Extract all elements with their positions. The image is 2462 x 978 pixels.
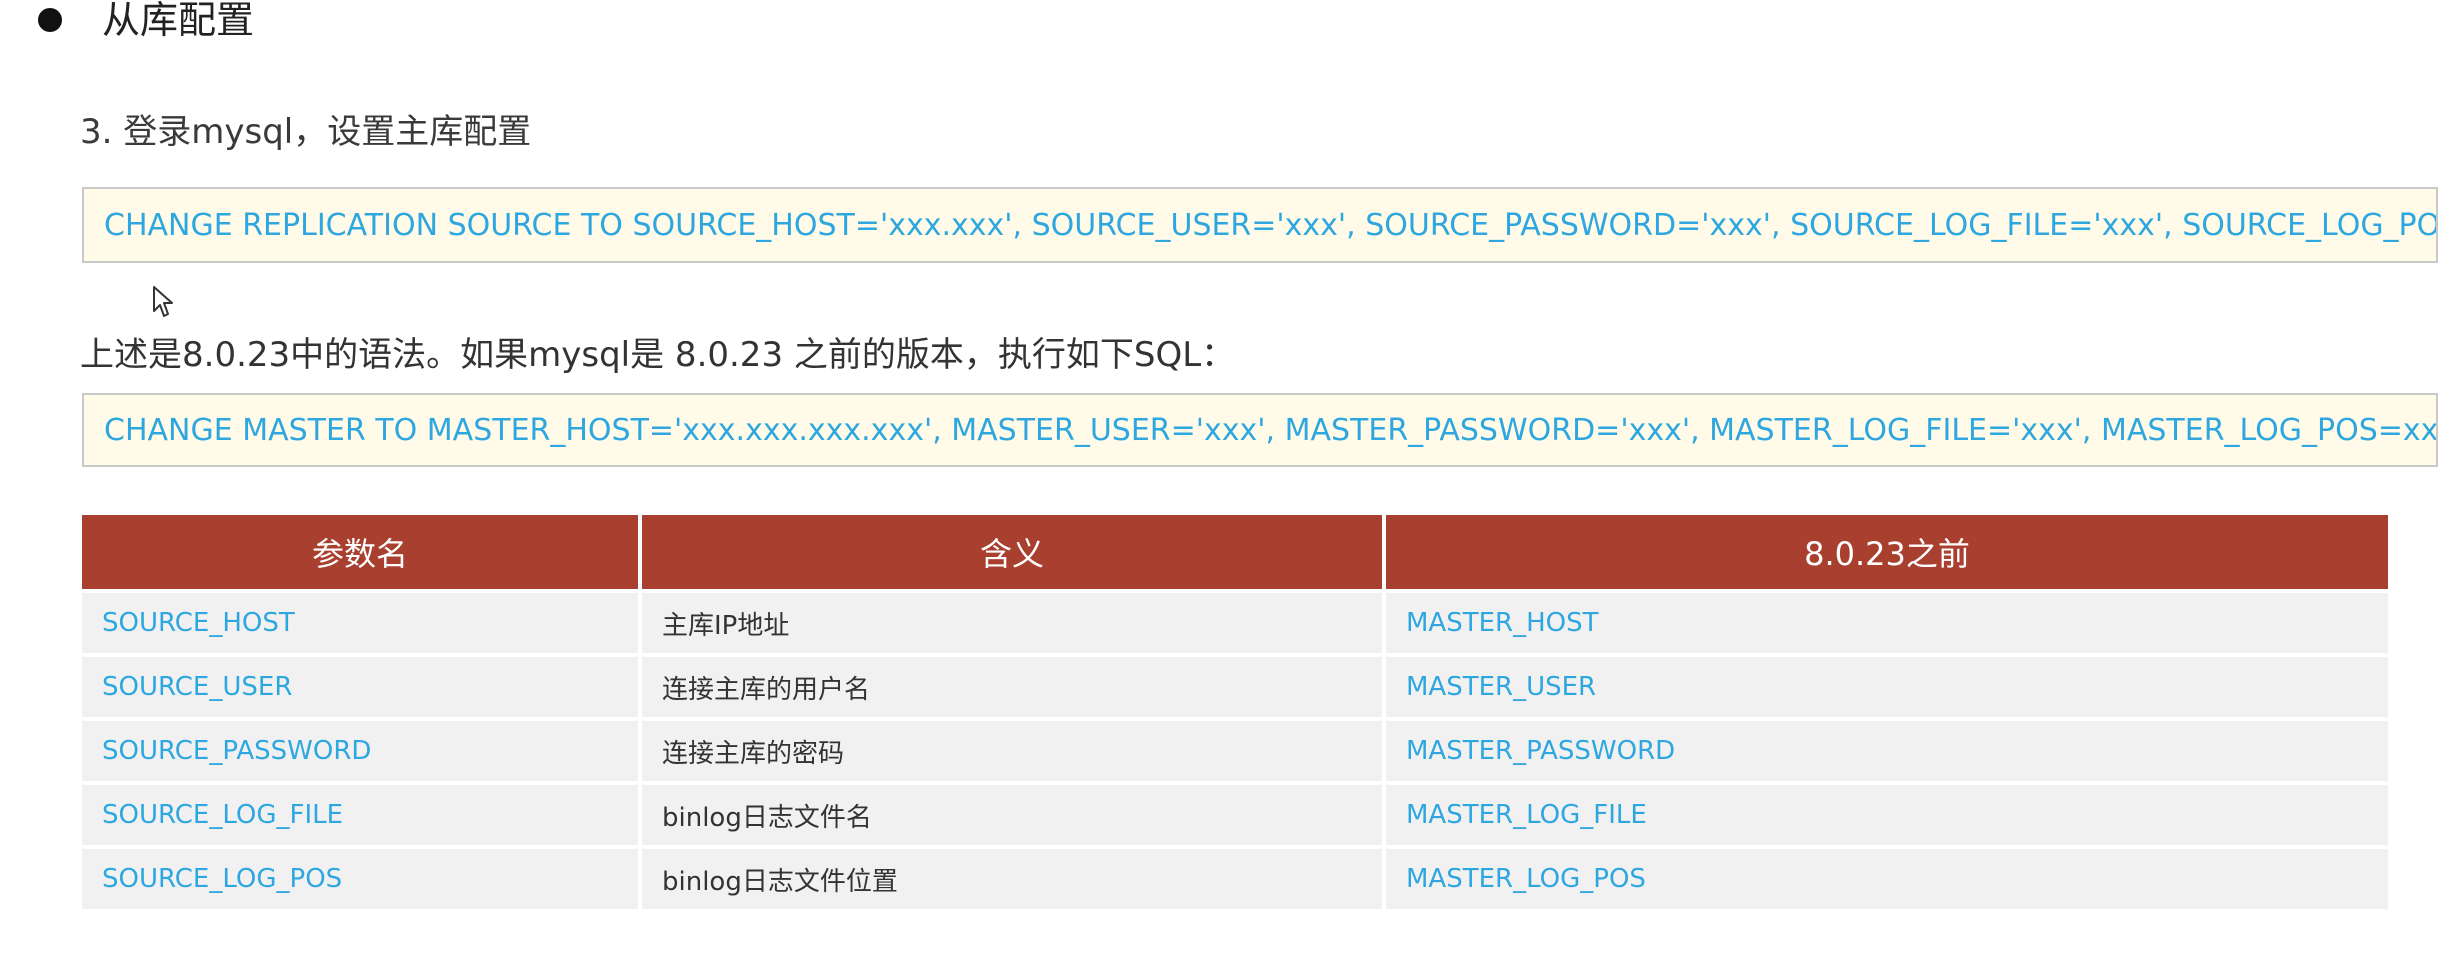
code-block-change-master: CHANGE MASTER TO MASTER_HOST='xxx.xxx.xx… (82, 393, 2438, 467)
table-row: SOURCE_HOST 主库IP地址 MASTER_HOST (82, 593, 2388, 653)
legacy-name-cell: MASTER_USER (1386, 657, 2388, 717)
meaning-cell: binlog日志文件位置 (642, 849, 1382, 909)
param-name-cell: SOURCE_HOST (82, 593, 638, 653)
column-header-param-name: 参数名 (82, 515, 638, 589)
column-header-meaning: 含义 (642, 515, 1382, 589)
param-name-cell: SOURCE_PASSWORD (82, 721, 638, 781)
mouse-pointer-icon (153, 286, 173, 317)
meaning-cell: 主库IP地址 (642, 593, 1382, 653)
code-text-change-master: CHANGE MASTER TO MASTER_HOST='xxx.xxx.xx… (104, 412, 2438, 448)
bullet-dot-icon (38, 8, 62, 32)
meaning-cell: binlog日志文件名 (642, 785, 1382, 845)
version-note: 上述是8.0.23中的语法。如果mysql是 8.0.23 之前的版本，执行如下… (80, 335, 1236, 375)
table-row: SOURCE_PASSWORD 连接主库的密码 MASTER_PASSWORD (82, 721, 2388, 781)
legacy-name-cell: MASTER_LOG_POS (1386, 849, 2388, 909)
column-header-before-8-0-23: 8.0.23之前 (1386, 515, 2388, 589)
code-block-replication-source: CHANGE REPLICATION SOURCE TO SOURCE_HOST… (82, 187, 2438, 263)
section-heading: 从库配置 (38, 0, 254, 40)
table-row: SOURCE_LOG_FILE binlog日志文件名 MASTER_LOG_F… (82, 785, 2388, 845)
section-title: 从库配置 (102, 0, 255, 42)
legacy-name-cell: MASTER_LOG_FILE (1386, 785, 2388, 845)
parameter-table: 参数名 含义 8.0.23之前 SOURCE_HOST 主库IP地址 MASTE… (78, 511, 2392, 913)
table-header-row: 参数名 含义 8.0.23之前 (82, 515, 2388, 589)
table-row: SOURCE_USER 连接主库的用户名 MASTER_USER (82, 657, 2388, 717)
table-row: SOURCE_LOG_POS binlog日志文件位置 MASTER_LOG_P… (82, 849, 2388, 909)
param-name-cell: SOURCE_LOG_FILE (82, 785, 638, 845)
meaning-cell: 连接主库的用户名 (642, 657, 1382, 717)
legacy-name-cell: MASTER_HOST (1386, 593, 2388, 653)
code-text-replication-source: CHANGE REPLICATION SOURCE TO SOURCE_HOST… (104, 207, 2438, 243)
param-name-cell: SOURCE_LOG_POS (82, 849, 638, 909)
param-name-cell: SOURCE_USER (82, 657, 638, 717)
legacy-name-cell: MASTER_PASSWORD (1386, 721, 2388, 781)
step-instruction: 3. 登录mysql，设置主库配置 (80, 112, 532, 152)
meaning-cell: 连接主库的密码 (642, 721, 1382, 781)
